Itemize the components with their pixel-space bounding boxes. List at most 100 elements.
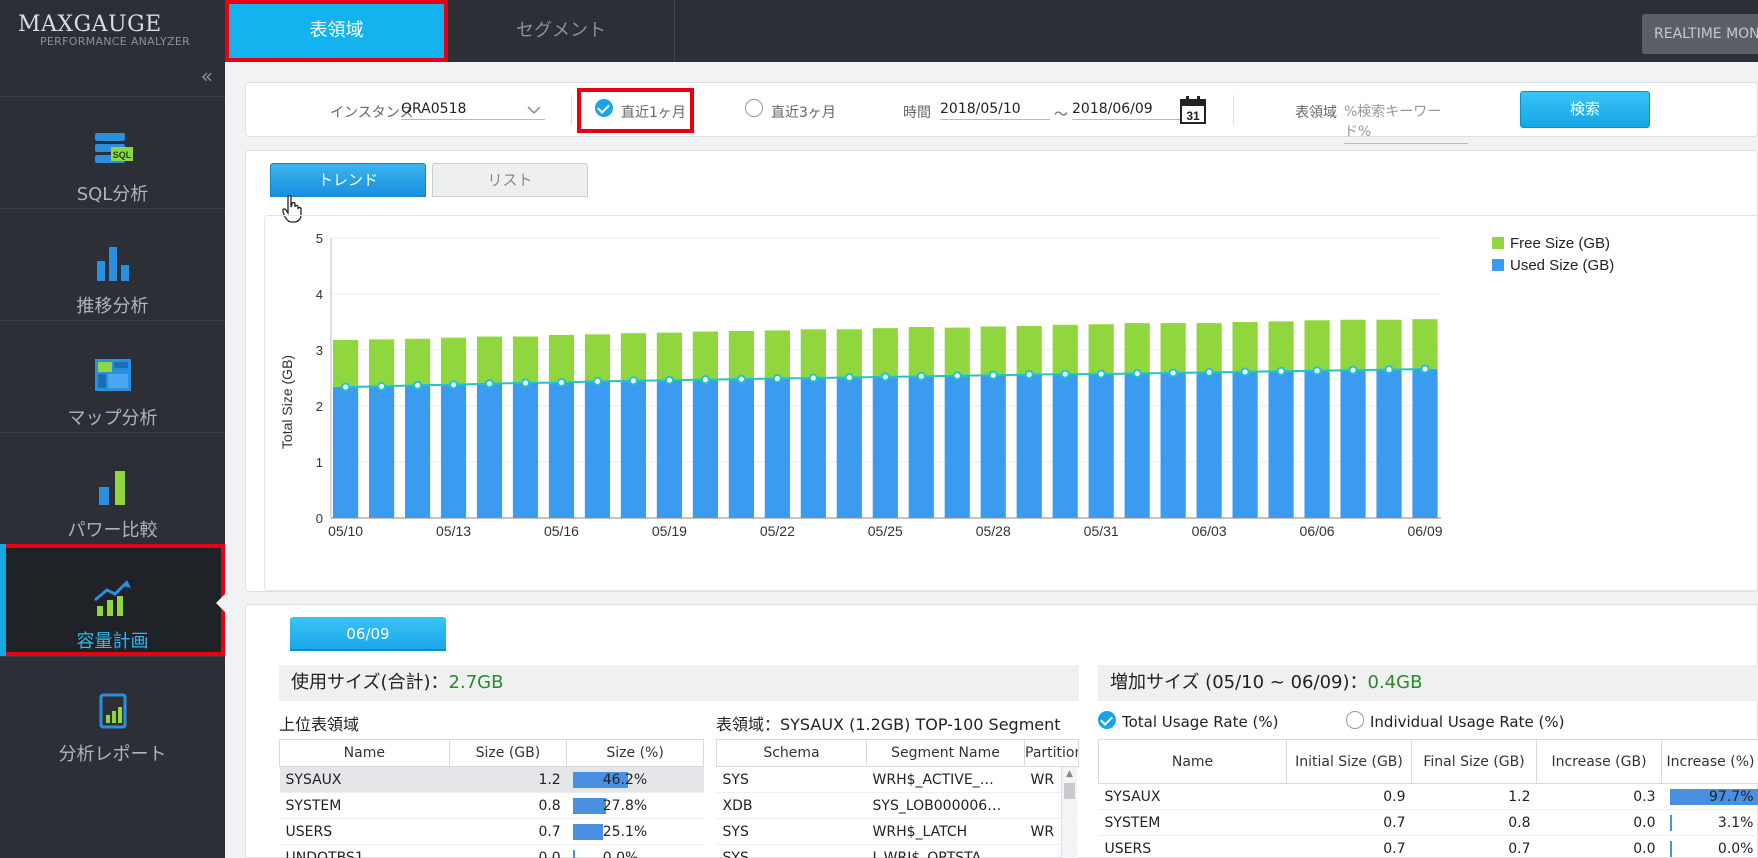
bar-free[interactable] bbox=[1196, 323, 1222, 373]
col-initial-size[interactable]: Initial Size (GB) bbox=[1286, 739, 1412, 784]
trend-point[interactable] bbox=[1312, 366, 1322, 376]
bar-free[interactable] bbox=[512, 336, 539, 384]
trend-point[interactable] bbox=[808, 373, 818, 383]
realtime-monitor-button[interactable]: REALTIME MONITOR bbox=[1642, 14, 1758, 54]
trend-point[interactable] bbox=[1384, 365, 1394, 375]
radio-last-3-months[interactable] bbox=[745, 99, 763, 117]
bar-free[interactable] bbox=[1124, 323, 1150, 374]
bar-free[interactable] bbox=[1304, 320, 1330, 371]
search-button[interactable]: 検索 bbox=[1520, 91, 1650, 128]
trend-point[interactable] bbox=[1276, 366, 1286, 376]
radio-last-1-month[interactable] bbox=[595, 99, 613, 117]
trend-point[interactable] bbox=[1060, 369, 1070, 379]
col-partition[interactable]: Partition bbox=[1024, 739, 1079, 767]
bar-free[interactable] bbox=[800, 329, 826, 378]
bar-used[interactable] bbox=[836, 377, 862, 518]
bar-used[interactable] bbox=[1412, 369, 1438, 518]
trend-point[interactable] bbox=[592, 376, 602, 386]
trend-point[interactable] bbox=[485, 379, 495, 389]
trend-point[interactable] bbox=[449, 380, 459, 390]
bar-free[interactable] bbox=[404, 338, 431, 386]
table-row[interactable]: SYS I_WRI$_OPTSTA… bbox=[716, 844, 1079, 858]
bar-used[interactable] bbox=[440, 384, 467, 518]
bar-used[interactable] bbox=[404, 385, 431, 518]
trend-point[interactable] bbox=[628, 376, 638, 386]
col-increase-pct[interactable]: Increase (%) bbox=[1661, 739, 1758, 784]
scroll-up-icon[interactable]: ▲ bbox=[1062, 769, 1077, 779]
trend-point[interactable] bbox=[1240, 367, 1250, 377]
col-increase-gb[interactable]: Increase (GB) bbox=[1536, 739, 1662, 784]
trend-point[interactable] bbox=[772, 374, 782, 384]
bar-free[interactable] bbox=[1412, 319, 1438, 370]
bar-free[interactable] bbox=[1016, 325, 1042, 375]
table-row[interactable]: USERS 0.7 0.7 0.0 0.0% bbox=[1098, 835, 1758, 858]
trend-point[interactable] bbox=[1132, 369, 1142, 379]
bar-free[interactable] bbox=[980, 326, 1006, 376]
table-row[interactable]: XDB SYS_LOB000006… bbox=[716, 792, 1079, 819]
bar-used[interactable] bbox=[656, 380, 683, 518]
collapse-sidebar-icon[interactable]: « bbox=[201, 64, 213, 88]
trend-point[interactable] bbox=[1204, 367, 1214, 377]
bar-free[interactable] bbox=[908, 327, 934, 377]
bar-used[interactable] bbox=[728, 379, 754, 518]
bar-used[interactable] bbox=[872, 376, 898, 518]
bar-used[interactable] bbox=[1232, 371, 1258, 518]
trend-point[interactable] bbox=[988, 370, 998, 380]
bar-used[interactable] bbox=[1124, 373, 1150, 518]
sidebar-item-map[interactable]: マップ分析 bbox=[0, 320, 225, 432]
col-segment-name[interactable]: Segment Name bbox=[866, 739, 1025, 767]
trend-point[interactable] bbox=[880, 372, 890, 382]
col-size[interactable]: Size (GB) bbox=[448, 739, 568, 767]
bar-used[interactable] bbox=[1196, 372, 1222, 518]
sidebar-item-capacity[interactable]: 容量計画 bbox=[0, 544, 225, 656]
bar-free[interactable] bbox=[548, 334, 575, 383]
bar-used[interactable] bbox=[1016, 374, 1042, 518]
trend-point[interactable] bbox=[413, 380, 423, 390]
table-row[interactable]: SYS WRH$_LATCH WR bbox=[716, 818, 1079, 845]
date-to-input[interactable]: 2018/06/09 bbox=[1072, 101, 1182, 120]
trend-point[interactable] bbox=[520, 378, 530, 388]
bar-used[interactable] bbox=[1340, 370, 1366, 518]
bar-used[interactable] bbox=[1052, 374, 1078, 518]
trend-point[interactable] bbox=[916, 371, 926, 381]
bar-free[interactable] bbox=[728, 330, 754, 380]
bar-free[interactable] bbox=[764, 330, 790, 379]
date-from-input[interactable]: 2018/05/10 bbox=[940, 101, 1050, 120]
segment-scrollbar[interactable]: ▲ bbox=[1061, 767, 1077, 858]
bar-free[interactable] bbox=[1052, 324, 1078, 375]
col-final-size[interactable]: Final Size (GB) bbox=[1411, 739, 1537, 784]
col-name[interactable]: Name bbox=[279, 739, 450, 767]
table-row[interactable]: SYSTEM 0.7 0.8 0.0 3.1% bbox=[1098, 809, 1758, 836]
bar-used[interactable] bbox=[908, 376, 934, 518]
col-size-pct[interactable]: Size (%) bbox=[566, 739, 704, 767]
tablespace-search-input[interactable]: %検索キーワード% bbox=[1344, 101, 1468, 144]
instance-select[interactable]: ORA0518 bbox=[401, 101, 545, 120]
sidebar-item-power[interactable]: パワー比較 bbox=[0, 432, 225, 544]
bar-used[interactable] bbox=[800, 378, 826, 518]
trend-point[interactable] bbox=[1348, 365, 1358, 375]
radio-total-usage-rate[interactable] bbox=[1098, 711, 1116, 729]
bar-free[interactable] bbox=[476, 336, 503, 384]
bar-free[interactable] bbox=[1088, 324, 1114, 375]
trend-point[interactable] bbox=[341, 382, 351, 392]
bar-free[interactable] bbox=[1268, 321, 1294, 372]
bar-used[interactable] bbox=[980, 375, 1006, 518]
bar-used[interactable] bbox=[512, 383, 539, 518]
bar-free[interactable] bbox=[1232, 322, 1258, 372]
table-row[interactable]: SYSAUX 1.2 46.2% bbox=[279, 766, 704, 793]
sidebar-item-report[interactable]: 分析レポート bbox=[0, 656, 225, 768]
bar-free[interactable] bbox=[692, 331, 718, 380]
col-name[interactable]: Name bbox=[1098, 739, 1287, 784]
table-row[interactable]: USERS 0.7 25.1% bbox=[279, 818, 704, 845]
trend-point[interactable] bbox=[700, 375, 710, 385]
bar-used[interactable] bbox=[584, 381, 611, 518]
tab-tablespace[interactable]: 表領域 bbox=[225, 0, 448, 62]
bar-used[interactable] bbox=[692, 379, 718, 518]
table-row[interactable]: SYS WRH$_ACTIVE_… WR bbox=[716, 766, 1079, 793]
bar-used[interactable] bbox=[1088, 374, 1114, 518]
trend-point[interactable] bbox=[1024, 370, 1034, 380]
bar-free[interactable] bbox=[944, 327, 970, 376]
tab-segment[interactable]: セグメント bbox=[448, 0, 675, 62]
bar-free[interactable] bbox=[872, 328, 898, 377]
trend-point[interactable] bbox=[1168, 368, 1178, 378]
